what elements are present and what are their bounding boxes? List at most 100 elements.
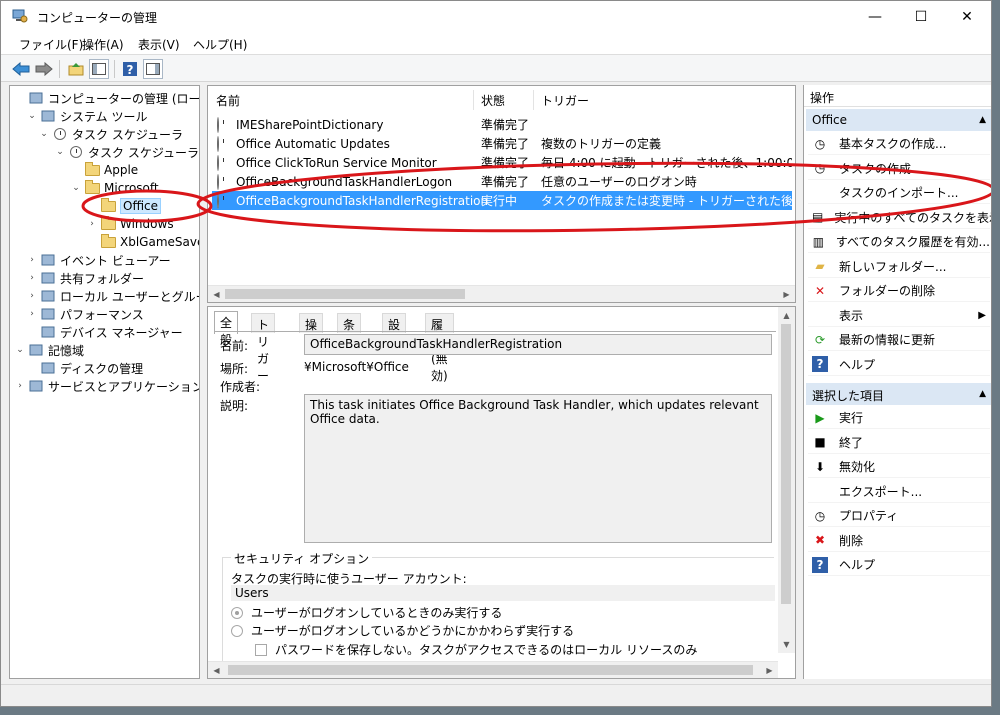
collapse-up-icon[interactable]: ▲	[979, 389, 986, 399]
action-item[interactable]: ✕ フォルダーの削除	[808, 280, 990, 302]
expand-toggle-icon[interactable]: ⌄	[54, 147, 66, 157]
task-row[interactable]: Office Automatic Updates 準備完了 複数のトリガーの定義	[212, 134, 792, 153]
task-status: 準備完了	[481, 118, 530, 132]
action-item[interactable]: エクスポート...	[808, 481, 990, 503]
scroll-left-icon[interactable]: ◀	[208, 662, 225, 678]
task-row[interactable]: IMESharePointDictionary 準備完了	[212, 115, 792, 134]
column-header-status[interactable]: 状態	[481, 92, 505, 109]
radio-logged-on[interactable]	[231, 606, 243, 619]
back-icon[interactable]	[11, 59, 31, 79]
action-item[interactable]: ⟳ 最新の情報に更新	[808, 329, 990, 351]
tree-item[interactable]: ⌄ タスク スケジューラ ライブラリ	[54, 143, 199, 161]
radio-logged-on-option[interactable]: ユーザーがログオンしているときのみ実行する	[231, 604, 502, 621]
no-store-password-option[interactable]: パスワードを保存しない。タスクがアクセスできるのはローカル リソースのみ	[255, 641, 697, 658]
actions-section-office[interactable]: Office ▲	[806, 109, 991, 131]
horizontal-scrollbar[interactable]: ◀ ▶	[208, 285, 795, 302]
expand-toggle-icon[interactable]: ›	[26, 309, 38, 319]
tab-conditions[interactable]: 条件	[337, 313, 362, 349]
action-item-label: 基本タスクの作成...	[839, 137, 947, 151]
action-item[interactable]: ? ヘルプ	[808, 554, 990, 576]
scroll-thumb[interactable]	[228, 665, 753, 675]
tree-item[interactable]: › イベント ビューアー	[26, 251, 170, 269]
action-item[interactable]: 表示 ▶	[808, 305, 990, 327]
expand-toggle-icon[interactable]: ›	[26, 273, 38, 283]
forward-icon[interactable]	[34, 59, 54, 79]
minimize-button[interactable]: —	[852, 1, 898, 32]
menu-file[interactable]: ファイル(F)	[19, 36, 83, 53]
tree-item[interactable]: › サービスとアプリケーション	[14, 377, 199, 395]
tree-item[interactable]: ⌄ タスク スケジューラ	[38, 125, 183, 143]
action-item[interactable]: ▰ 新しいフォルダー...	[808, 256, 990, 278]
scroll-down-icon[interactable]: ▼	[778, 636, 795, 653]
radio-whether-option[interactable]: ユーザーがログオンしているかどうかにかかわらず実行する	[231, 622, 574, 639]
task-list: 名前 状態 トリガー IMESharePointDictionary 準備完了 Of…	[207, 85, 796, 303]
expand-toggle-icon[interactable]: ⌄	[70, 183, 82, 193]
tree-item[interactable]: ⌄ システム ツール	[26, 107, 147, 125]
action-item[interactable]: ▤ 実行中のすべてのタスクを表示	[808, 207, 991, 229]
show-hide-action-pane-icon[interactable]	[143, 59, 163, 79]
help-icon[interactable]: ?	[120, 59, 140, 79]
expand-toggle-icon[interactable]: ⌄	[38, 129, 50, 139]
task-row[interactable]: Office ClickToRun Service Monitor 準備完了 毎日 …	[212, 153, 792, 172]
collapse-up-icon[interactable]: ▲	[979, 115, 986, 125]
menu-help[interactable]: ヘルプ(H)	[193, 36, 247, 53]
up-folder-icon[interactable]	[66, 59, 86, 79]
horizontal-scrollbar[interactable]: ◀ ▶	[208, 661, 778, 678]
tree-item[interactable]: Office	[86, 197, 162, 215]
expand-toggle-icon[interactable]: ›	[26, 291, 38, 301]
no-store-password-checkbox[interactable]	[255, 643, 267, 656]
expand-toggle-icon[interactable]: ›	[86, 219, 98, 229]
scroll-left-icon[interactable]: ◀	[208, 286, 225, 302]
tab-settings[interactable]: 設定	[382, 313, 407, 349]
task-row[interactable]: OfficeBackgroundTaskHandlerRegistration 実…	[212, 191, 792, 210]
action-item[interactable]: ■ 終了	[808, 432, 990, 454]
action-item[interactable]: ⬇ 無効化	[808, 456, 990, 478]
menu-view[interactable]: 表示(V)	[138, 36, 180, 53]
tree-item[interactable]: › ローカル ユーザーとグループ	[26, 287, 199, 305]
close-button[interactable]: ✕	[944, 1, 990, 32]
vertical-scrollbar[interactable]: ▲ ▼	[778, 307, 795, 653]
action-item[interactable]: ◷ プロパティ	[808, 505, 990, 527]
action-item[interactable]: ✖ 削除	[808, 530, 990, 552]
action-item[interactable]: ▥ すべてのタスク履歴を有効...	[808, 231, 990, 253]
toolbar-separator	[59, 60, 60, 78]
show-hide-console-tree-icon[interactable]	[89, 59, 109, 79]
tree-item[interactable]: Apple	[70, 161, 138, 179]
scroll-up-icon[interactable]: ▲	[778, 307, 795, 324]
name-field[interactable]: OfficeBackgroundTaskHandlerRegistration	[304, 334, 772, 355]
action-item[interactable]: ▶ 実行	[808, 407, 990, 429]
action-item[interactable]: ◷ 基本タスクの作成...	[808, 133, 990, 155]
expand-toggle-icon[interactable]: ⌄	[14, 345, 26, 355]
column-header-name[interactable]: 名前	[216, 92, 240, 109]
tab-actions[interactable]: 操作	[299, 313, 324, 349]
tree-item[interactable]: › Windows	[86, 215, 174, 233]
tree-item[interactable]: › 共有フォルダー	[26, 269, 144, 287]
scroll-thumb[interactable]	[781, 324, 791, 604]
scroll-right-icon[interactable]: ▶	[761, 662, 778, 678]
description-field[interactable]: This task initiates Office Background Ta…	[304, 394, 772, 543]
menu-action[interactable]: 操作(A)	[82, 36, 124, 53]
maximize-button[interactable]: ☐	[898, 1, 944, 32]
scroll-thumb[interactable]	[225, 289, 465, 299]
action-item[interactable]: タスクのインポート...	[808, 182, 990, 204]
tree-item[interactable]: ⌄ 記憶域	[14, 341, 84, 359]
tree-item[interactable]: デバイス マネージャー	[26, 323, 183, 341]
task-row[interactable]: OfficeBackgroundTaskHandlerLogon 準備完了 任意のユ…	[212, 172, 792, 191]
action-item[interactable]: ? ヘルプ	[808, 354, 990, 376]
tree-item[interactable]: XblGameSave	[86, 233, 199, 251]
tree-item[interactable]: ディスクの管理	[26, 359, 143, 377]
tab-triggers[interactable]: トリガー	[251, 313, 276, 383]
tab-history[interactable]: 履歴 (無効)	[425, 313, 454, 383]
action-item[interactable]: ◷ タスクの作成...	[808, 158, 990, 180]
tree-item[interactable]: › パフォーマンス	[26, 305, 144, 323]
expand-toggle-icon[interactable]: ›	[14, 381, 26, 391]
task-trigger: タスクの作成または変更時 - トリガーされた後、1 時間ごと	[541, 194, 792, 208]
expand-toggle-icon[interactable]: ⌄	[26, 111, 38, 121]
expand-toggle-icon[interactable]: ›	[26, 255, 38, 265]
radio-whether[interactable]	[231, 624, 243, 637]
column-header-trigger[interactable]: トリガー	[541, 92, 589, 109]
scroll-right-icon[interactable]: ▶	[778, 286, 795, 302]
actions-section-selected[interactable]: 選択した項目 ▲	[806, 383, 991, 405]
tree-item[interactable]: ⌄ Microsoft	[70, 179, 159, 197]
tree-item[interactable]: コンピューターの管理 (ローカル)	[14, 89, 199, 107]
